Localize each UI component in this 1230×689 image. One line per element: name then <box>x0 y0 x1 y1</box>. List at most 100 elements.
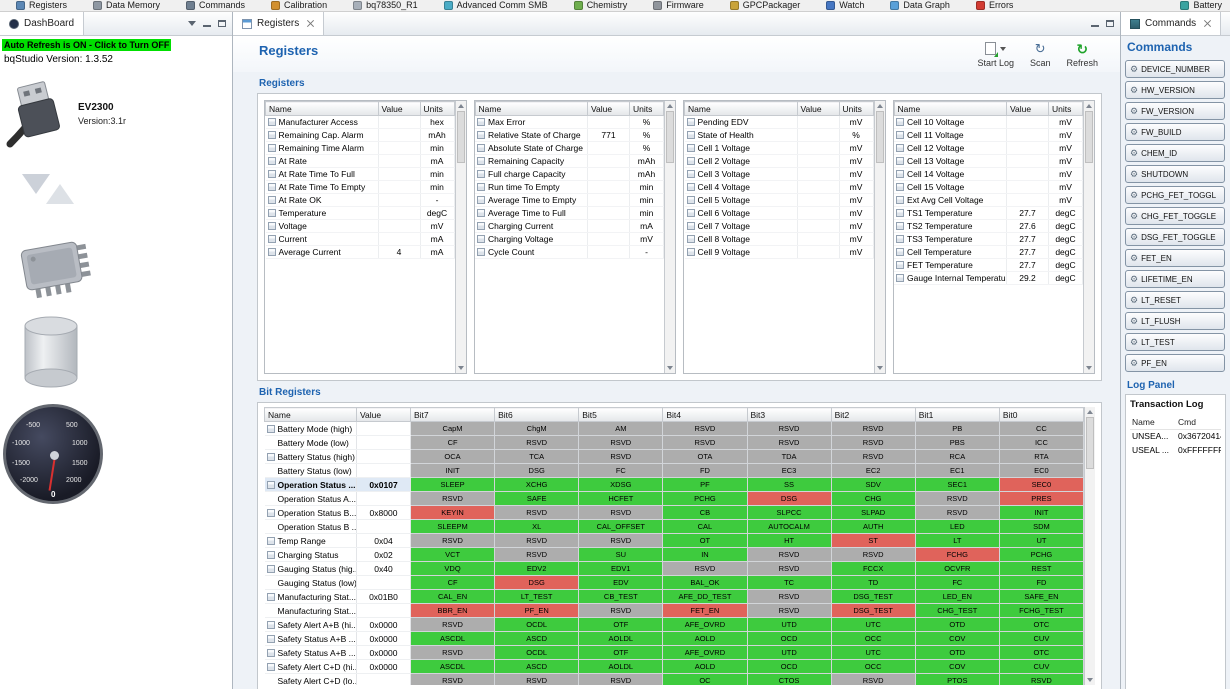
command-button-hw-version[interactable]: ⚙ HW_VERSION <box>1125 81 1225 99</box>
toolbar-item-commands[interactable]: Commands <box>186 0 245 10</box>
tab-registers[interactable]: Registers <box>233 12 325 35</box>
bit-table-scrollbar[interactable] <box>1084 407 1095 685</box>
register-row-ts3-temperature[interactable]: TS3 Temperature 27.7 degC <box>894 232 1083 246</box>
register-row-current[interactable]: Current mA <box>265 232 455 246</box>
command-button-shutdown[interactable]: ⚙ SHUTDOWN <box>1125 165 1225 183</box>
toolbar-item-bq78350-r1[interactable]: bq78350_R1 <box>353 0 418 10</box>
command-button-lt-reset[interactable]: ⚙ LT_RESET <box>1125 291 1225 309</box>
bit-register-row-safety-alert-c-d-lo[interactable]: Safety Alert C+D (lo... RSVD RSVD RSVD OC CTO… <box>264 673 1084 685</box>
refresh-button[interactable]: ↻ Refresh <box>1066 41 1098 69</box>
command-button-lifetime-en[interactable]: ⚙ LIFETIME_EN <box>1125 270 1225 288</box>
command-button-dsg-fet-toggle[interactable]: ⚙ DSG_FET_TOGGLE <box>1125 228 1225 246</box>
register-row-cell-7-voltage[interactable]: Cell 7 Voltage mV <box>684 219 874 233</box>
register-row-full-charge-capacity[interactable]: Full charge Capacity mAh <box>475 167 664 181</box>
register-row-average-time-to-empty[interactable]: Average Time to Empty min <box>475 193 664 207</box>
register-row-at-rate-time-to-full[interactable]: At Rate Time To Full min <box>265 167 455 181</box>
register-row-cell-2-voltage[interactable]: Cell 2 Voltage mV <box>684 154 874 168</box>
register-row-cell-15-voltage[interactable]: Cell 15 Voltage mV <box>894 180 1083 194</box>
register-row-fet-temperature[interactable]: FET Temperature 27.7 degC <box>894 258 1083 272</box>
register-row-ext-avg-cell-voltage[interactable]: Ext Avg Cell Voltage mV <box>894 193 1083 207</box>
bit-register-row-manufacturing-stat[interactable]: Manufacturing Stat... 0x01B0 CAL_EN LT_TEST… <box>264 589 1084 604</box>
command-button-pchg-fet-toggl[interactable]: ⚙ PCHG_FET_TOGGL <box>1125 186 1225 204</box>
panel-scrollbar[interactable] <box>1083 101 1094 373</box>
bit-register-row-manufacturing-stat[interactable]: Manufacturing Stat... BBR_EN PF_EN RSVD FET_… <box>264 603 1084 618</box>
register-row-cell-1-voltage[interactable]: Cell 1 Voltage mV <box>684 141 874 155</box>
register-row-average-time-to-full[interactable]: Average Time to Full min <box>475 206 664 220</box>
register-row-cell-temperature[interactable]: Cell Temperature 27.7 degC <box>894 245 1083 259</box>
bit-register-row-operation-status[interactable]: Operation Status ... 0x0107 SLEEP XCHG XDSG P… <box>264 477 1084 492</box>
command-button-pf-en[interactable]: ⚙ PF_EN <box>1125 354 1225 372</box>
log-row-useal[interactable]: USEAL ... 0xFFFFFFFF <box>1130 443 1221 457</box>
register-row-gauge-internal-temperature[interactable]: Gauge Internal Temperature 29.2 degC <box>894 271 1083 285</box>
panel-scrollbar[interactable] <box>873 101 885 373</box>
close-icon[interactable] <box>307 20 314 27</box>
toolbar-item-firmware[interactable]: Firmware <box>653 0 704 10</box>
scroll-up-icon[interactable] <box>1086 104 1092 108</box>
bit-register-row-battery-mode-low[interactable]: Battery Mode (low) CF RSVD RSVD RSVD RSVD RSVD… <box>264 435 1084 450</box>
register-row-cell-13-voltage[interactable]: Cell 13 Voltage mV <box>894 154 1083 168</box>
panel-scrollbar[interactable] <box>664 101 675 373</box>
panel-scrollbar[interactable] <box>454 101 466 373</box>
bit-register-row-operation-status-b[interactable]: Operation Status B ... SLEEPM XL CAL_OFFSET… <box>264 519 1084 534</box>
bit-register-row-operation-status-b[interactable]: Operation Status B... 0x8000 KEYIN RSVD RSVD… <box>264 505 1084 520</box>
close-icon[interactable] <box>1204 20 1211 27</box>
start-log-dropdown-icon[interactable] <box>1000 46 1007 51</box>
toolbar-item-watch[interactable]: Watch <box>826 0 864 10</box>
start-log-button[interactable]: Start Log <box>977 41 1014 68</box>
command-button-fw-version[interactable]: ⚙ FW_VERSION <box>1125 102 1225 120</box>
toolbar-item-data-graph[interactable]: Data Graph <box>890 0 950 10</box>
register-row-cell-6-voltage[interactable]: Cell 6 Voltage mV <box>684 206 874 220</box>
minimize-icon[interactable] <box>1091 25 1099 27</box>
bit-register-row-battery-mode-high[interactable]: Battery Mode (high) CapM ChgM AM RSVD RSVD RSV… <box>264 421 1084 436</box>
command-button-fw-build[interactable]: ⚙ FW_BUILD <box>1125 123 1225 141</box>
scroll-down-icon[interactable] <box>876 366 883 370</box>
bit-register-row-safety-alert-a-b-hi[interactable]: Safety Alert A+B (hi... 0x0000 RSVD OCDL OTF… <box>264 617 1084 632</box>
register-row-at-rate-time-to-empty[interactable]: At Rate Time To Empty min <box>265 180 455 194</box>
scroll-down-icon[interactable] <box>667 366 673 370</box>
scroll-thumb[interactable] <box>456 111 465 163</box>
bit-register-row-safety-status-a-b[interactable]: Safety Status A+B ... 0x0000 ASCDL ASCD AOLD… <box>264 631 1084 646</box>
toolbar-item-errors[interactable]: Errors <box>975 0 1013 10</box>
scroll-up-icon[interactable] <box>667 104 673 108</box>
command-button-lt-flush[interactable]: ⚙ LT_FLUSH <box>1125 312 1225 330</box>
register-row-remaining-time-alarm[interactable]: Remaining Time Alarm min <box>265 141 455 155</box>
command-button-chg-fet-toggle[interactable]: ⚙ CHG_FET_TOGGLE <box>1125 207 1225 225</box>
register-row-relative-state-of-charge[interactable]: Relative State of Charge 771% <box>475 128 664 142</box>
register-row-manufacturer-access[interactable]: Manufacturer Access hex <box>265 115 455 129</box>
register-row-absolute-state-of-charge[interactable]: Absolute State of Charge% <box>475 141 664 155</box>
bit-register-row-charging-status[interactable]: Charging Status 0x02 VCT RSVD SU IN RSVD RSVD FC… <box>264 547 1084 562</box>
maximize-icon[interactable] <box>1106 20 1114 27</box>
command-button-fet-en[interactable]: ⚙ FET_EN <box>1125 249 1225 267</box>
register-row-cell-10-voltage[interactable]: Cell 10 Voltage mV <box>894 115 1083 129</box>
scroll-thumb[interactable] <box>875 111 884 163</box>
auto-refresh-banner[interactable]: Auto Refresh is ON - Click to Turn OFF <box>2 39 172 51</box>
scroll-up-icon[interactable] <box>876 104 883 108</box>
bit-register-row-gauging-status-hig[interactable]: Gauging Status (hig... 0x40 VDQ EDV2 EDV1 RSV… <box>264 561 1084 576</box>
scroll-thumb[interactable] <box>1086 417 1094 469</box>
register-row-cell-5-voltage[interactable]: Cell 5 Voltage mV <box>684 193 874 207</box>
register-row-state-of-health[interactable]: State of Health% <box>684 128 874 142</box>
command-button-lt-test[interactable]: ⚙ LT_TEST <box>1125 333 1225 351</box>
register-row-voltage[interactable]: Voltage mV <box>265 219 455 233</box>
register-row-ts2-temperature[interactable]: TS2 Temperature 27.6 degC <box>894 219 1083 233</box>
minimize-icon[interactable] <box>203 25 211 27</box>
toolbar-item-data-memory[interactable]: Data Memory <box>93 0 160 10</box>
tab-dashboard[interactable]: DashBoard <box>0 12 85 35</box>
register-row-run-time-to-empty[interactable]: Run time To Empty min <box>475 180 664 194</box>
toolbar-item-battery[interactable]: Battery <box>1180 0 1222 10</box>
command-button-device-number[interactable]: ⚙ DEVICE_NUMBER <box>1125 60 1225 78</box>
view-menu-icon[interactable] <box>188 21 196 26</box>
bit-register-row-battery-status-low[interactable]: Battery Status (low) INIT DSG FC FD EC3 EC2 EC1… <box>264 463 1084 478</box>
register-row-ts1-temperature[interactable]: TS1 Temperature 27.7 degC <box>894 206 1083 220</box>
register-row-charging-current[interactable]: Charging Current mA <box>475 219 664 233</box>
register-row-cell-14-voltage[interactable]: Cell 14 Voltage mV <box>894 167 1083 181</box>
toolbar-item-calibration[interactable]: Calibration <box>271 0 327 10</box>
register-row-cell-12-voltage[interactable]: Cell 12 Voltage mV <box>894 141 1083 155</box>
bit-register-row-temp-range[interactable]: Temp Range 0x04 RSVD RSVD RSVD OT HT ST LT UT <box>264 533 1084 548</box>
register-row-cell-11-voltage[interactable]: Cell 11 Voltage mV <box>894 128 1083 142</box>
scroll-thumb[interactable] <box>1085 111 1093 163</box>
bit-register-row-operation-status-a[interactable]: Operation Status A... RSVD SAFE HCFET PCHG DS… <box>264 491 1084 506</box>
register-row-cycle-count[interactable]: Cycle Count - <box>475 245 664 259</box>
register-row-charging-voltage[interactable]: Charging Voltage mV <box>475 232 664 246</box>
scroll-thumb[interactable] <box>666 111 674 163</box>
